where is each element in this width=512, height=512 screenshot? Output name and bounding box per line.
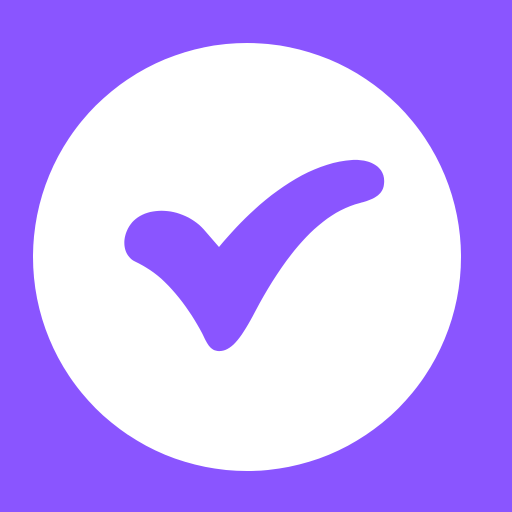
app-icon: [0, 0, 512, 512]
app-icon-graphic: [0, 0, 512, 512]
